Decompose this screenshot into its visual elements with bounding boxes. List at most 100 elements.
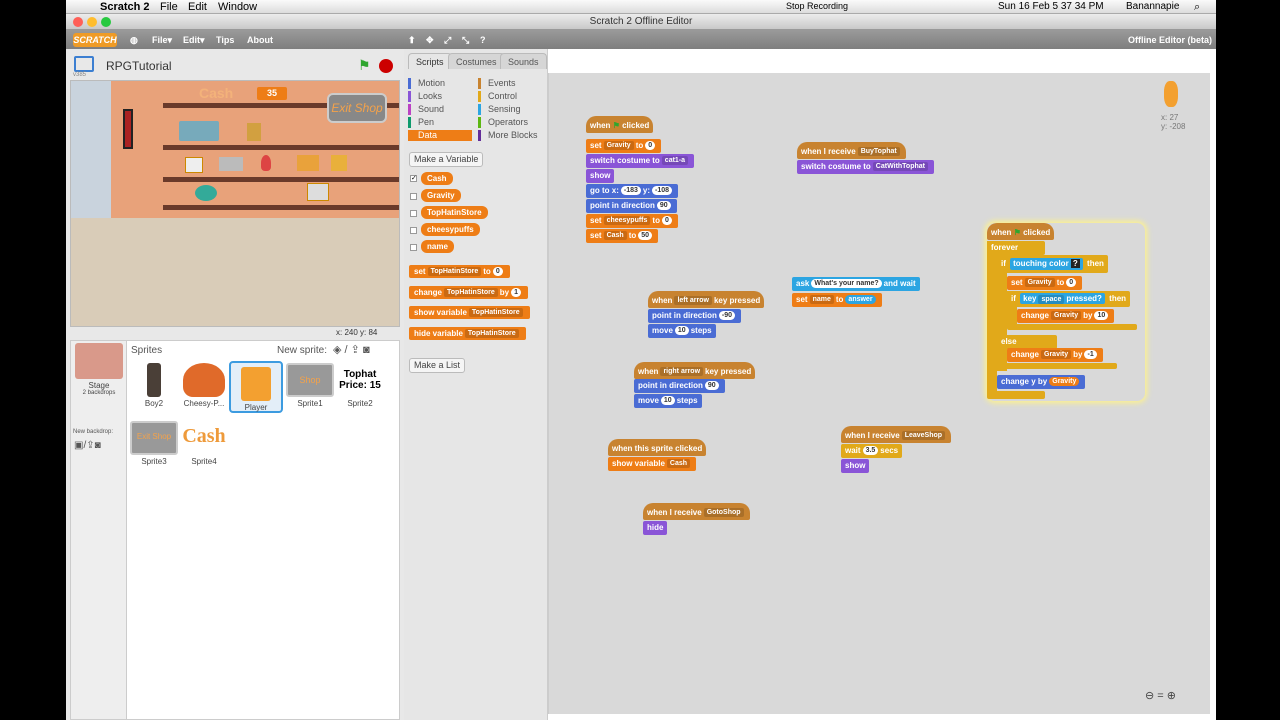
if-key-pressed-block[interactable]: if key space pressed? then — [1007, 291, 1131, 307]
app-menu[interactable]: Scratch 2 — [100, 1, 150, 13]
dd[interactable]: LeaveShop — [901, 431, 946, 441]
arg[interactable]: 0 — [661, 216, 672, 226]
show-block-2[interactable]: show — [841, 459, 870, 473]
sprite-boy2[interactable]: Boy2 — [127, 363, 181, 408]
window-menu[interactable]: Window — [218, 1, 257, 13]
arg[interactable]: 10 — [1094, 311, 1109, 321]
palette-show-variable-block[interactable]: show variable TopHatinStore — [409, 306, 530, 319]
category-sensing[interactable]: Sensing — [478, 104, 542, 115]
help-icon[interactable]: ? — [480, 35, 486, 45]
delete-icon[interactable]: ✥ — [426, 35, 434, 46]
user-name[interactable]: Banannapie — [1126, 1, 1179, 12]
palette-change-block[interactable]: change TopHatinStore by 1 — [409, 286, 528, 299]
ask-and-wait-block[interactable]: ask What's your name? and wait — [792, 277, 920, 291]
dd[interactable]: BuyTophat — [857, 147, 900, 157]
set-cheesypuffs-block[interactable]: set cheesypuffs to 0 — [586, 214, 678, 228]
cheesypuffs-checkbox[interactable] — [410, 227, 417, 234]
color-swatch[interactable]: ? — [1070, 258, 1080, 268]
exit-shop-sign[interactable]: Exit Shop — [327, 93, 387, 123]
sprite-cheesy[interactable]: Cheesy-P... — [177, 363, 231, 408]
arg[interactable]: 90 — [704, 381, 719, 391]
category-data[interactable]: Data — [408, 130, 472, 141]
var-cash[interactable]: Cash — [421, 172, 453, 185]
dd[interactable]: Cash — [603, 231, 627, 241]
dd[interactable]: Gravity — [1051, 311, 1082, 321]
stage-canvas[interactable]: Cash 35 Exit Shop — [70, 80, 400, 327]
arg[interactable]: -108 — [652, 186, 673, 196]
arg[interactable]: -183 — [620, 186, 641, 196]
grow-icon[interactable]: ⤢ — [444, 35, 451, 46]
sprite-player[interactable]: Player — [229, 361, 283, 413]
when-sprite-clicked-hat[interactable]: when this sprite clicked — [608, 439, 707, 456]
sprite-sprite3[interactable]: Exit Shop Sprite3 — [127, 421, 181, 466]
dd[interactable]: Gravity — [603, 141, 634, 151]
make-list-button[interactable]: Make a List — [409, 358, 466, 373]
palette-set-block[interactable]: set TopHatinStore to 0 — [409, 265, 510, 278]
if-touching-color-block[interactable]: if touching color ? then — [997, 255, 1108, 273]
zoom-window-button[interactable] — [101, 17, 111, 27]
dd[interactable]: space — [1038, 294, 1065, 304]
gravity-reporter[interactable]: Gravity — [1049, 377, 1080, 387]
stop-recording[interactable]: Stop Recording — [786, 1, 848, 11]
category-more-blocks[interactable]: More Blocks — [478, 130, 542, 141]
stop-icon[interactable] — [379, 59, 393, 73]
when-flag-clicked-hat-2[interactable]: when ⚑ clicked — [987, 223, 1055, 240]
shrink-icon[interactable]: ⤡ — [462, 35, 469, 46]
paint-sprite-icon[interactable]: / — [345, 344, 348, 356]
category-events[interactable]: Events — [478, 78, 542, 89]
switch-costume-tophat-block[interactable]: switch costume to CatWithTophat — [797, 160, 934, 174]
arg[interactable]: 90 — [656, 201, 671, 211]
when-receive-gotoshop-hat[interactable]: when I receive GotoShop — [643, 503, 750, 520]
arg[interactable]: What's your name? — [811, 279, 882, 289]
tab-costumes[interactable]: Costumes — [448, 53, 505, 69]
touching-color-reporter[interactable]: touching color ? — [1010, 257, 1083, 270]
camera-backdrop-icon[interactable]: ◙ — [95, 440, 101, 451]
dd[interactable]: cheesypuffs — [603, 216, 651, 226]
category-operators[interactable]: Operators — [478, 117, 542, 128]
palette-hide-variable-block[interactable]: hide variable TopHatinStore — [409, 327, 526, 340]
tab-sounds[interactable]: Sounds — [500, 53, 547, 69]
change-gravity-neg1-block[interactable]: change Gravity by -1 — [1007, 348, 1103, 362]
dd[interactable]: left arrow — [674, 296, 712, 306]
point-direction-block[interactable]: point in direction 90 — [586, 199, 677, 213]
change-y-block[interactable]: change y by Gravity — [997, 375, 1086, 389]
var-gravity[interactable]: Gravity — [421, 189, 461, 202]
sprite-sprite1[interactable]: Shop Sprite1 — [283, 363, 337, 408]
hide-block[interactable]: hide — [643, 521, 668, 535]
show-variable-cash-block[interactable]: show variable Cash — [608, 457, 697, 471]
when-flag-clicked-hat[interactable]: when ⚑ clicked — [586, 116, 654, 133]
when-left-arrow-hat[interactable]: when left arrow key pressed — [648, 291, 765, 308]
arg[interactable]: 10 — [674, 326, 689, 336]
dd[interactable]: Gravity — [1024, 278, 1055, 288]
set-name-block[interactable]: set name to answer — [792, 293, 882, 307]
arg[interactable]: 0 — [492, 267, 503, 277]
var-cheesypuffs[interactable]: cheesypuffs — [421, 223, 480, 236]
zoom-reset-icon[interactable]: = — [1157, 690, 1163, 702]
sprite-library-icon[interactable]: ◈ — [333, 344, 341, 356]
change-gravity-10-block[interactable]: change Gravity by 10 — [1017, 309, 1115, 323]
arg[interactable]: 0 — [645, 141, 656, 151]
dd[interactable]: GotoShop — [703, 508, 744, 518]
camera-sprite-icon[interactable]: ◙ — [363, 344, 370, 356]
dd[interactable]: cat1-a — [661, 156, 689, 166]
switch-costume-block[interactable]: switch costume to cat1-a — [586, 154, 695, 168]
sprite-sprite4[interactable]: Cash Sprite4 — [177, 421, 231, 466]
make-variable-button[interactable]: Make a Variable — [409, 152, 484, 167]
category-control[interactable]: Control — [478, 91, 542, 102]
set-gravity-0-block[interactable]: set Gravity to 0 — [1007, 276, 1083, 290]
set-cash-block[interactable]: set Cash to 50 — [586, 229, 659, 243]
point-direction-right-block[interactable]: point in direction 90 — [634, 379, 725, 393]
category-pen[interactable]: Pen — [408, 117, 472, 128]
key-pressed-reporter[interactable]: key space pressed? — [1020, 293, 1105, 305]
presentation-mode-icon[interactable] — [74, 56, 94, 72]
category-motion[interactable]: Motion — [408, 78, 472, 89]
arg[interactable]: 10 — [660, 396, 675, 406]
dd[interactable]: right arrow — [660, 367, 704, 377]
file-menu-button[interactable]: File▾ — [152, 35, 172, 46]
edit-menu-button[interactable]: Edit▾ — [183, 35, 205, 46]
dd[interactable]: TopHatinStore — [444, 288, 498, 298]
duplicate-icon[interactable]: ⬆ — [408, 35, 416, 46]
zoom-in-icon[interactable]: ⊕ — [1167, 690, 1176, 702]
scripts-area[interactable]: x: 27 y: -208 when ⚑ clicked set Gravity t… — [548, 73, 1210, 714]
move-steps-right-block[interactable]: move 10 steps — [634, 394, 702, 408]
